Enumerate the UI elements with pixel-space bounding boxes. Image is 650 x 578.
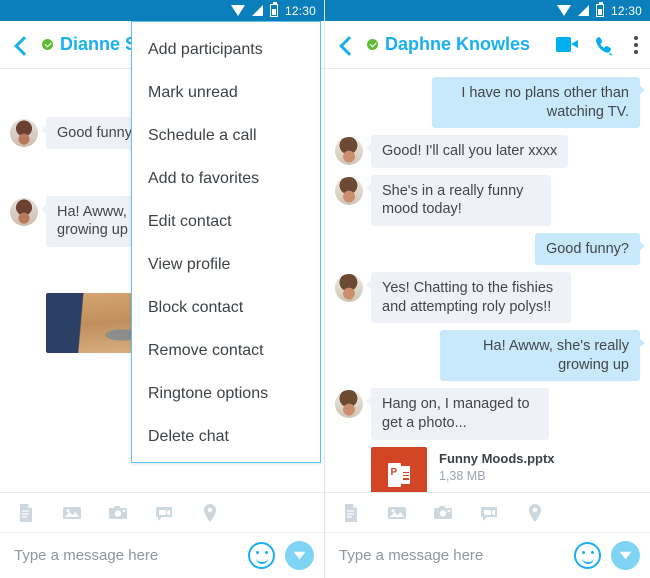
message-bubble-incoming[interactable]: Yes! Chatting to the fishies and attempt… bbox=[366, 272, 571, 324]
left-composer bbox=[0, 492, 324, 578]
right-input-row bbox=[325, 533, 650, 578]
menu-item-ringtone-options[interactable]: Ringtone options bbox=[132, 372, 320, 415]
file-attachment-meta: Funny Moods.pptx 1,38 MB bbox=[439, 447, 555, 483]
battery-icon bbox=[269, 2, 278, 17]
avatar bbox=[335, 390, 363, 419]
file-size: 1,38 MB bbox=[439, 468, 486, 483]
status-bar-time: 12:30 bbox=[284, 3, 316, 18]
avatar bbox=[10, 118, 38, 147]
right-composer bbox=[325, 492, 650, 578]
message-bubble-outgoing[interactable]: I have no plans other than watching TV. bbox=[432, 77, 645, 129]
emoji-icon[interactable] bbox=[248, 542, 275, 569]
right-message-list[interactable]: Today I have no plans other than watchin… bbox=[325, 69, 650, 492]
signal-icon bbox=[577, 5, 589, 16]
context-menu[interactable]: Add participants Mark unread Schedule a … bbox=[131, 21, 321, 463]
menu-item-mark-unread[interactable]: Mark unread bbox=[132, 71, 320, 114]
status-bar: 12:30 bbox=[325, 0, 650, 21]
avatar bbox=[335, 274, 363, 303]
menu-item-delete-chat[interactable]: Delete chat bbox=[132, 415, 320, 458]
menu-item-remove-contact[interactable]: Remove contact bbox=[132, 329, 320, 372]
powerpoint-file-icon: P bbox=[371, 446, 427, 492]
signal-icon bbox=[251, 5, 263, 16]
send-icon[interactable] bbox=[611, 541, 640, 570]
message-input[interactable] bbox=[14, 547, 238, 564]
menu-item-block-contact[interactable]: Block contact bbox=[132, 286, 320, 329]
avatar bbox=[10, 197, 38, 226]
back-chevron-icon[interactable] bbox=[12, 36, 30, 54]
video-message-icon[interactable] bbox=[479, 503, 499, 523]
message-row: Hang on, I managed to get a photo... bbox=[335, 388, 640, 440]
video-message-icon[interactable] bbox=[154, 503, 174, 523]
phone-call-icon[interactable] bbox=[592, 35, 614, 55]
gallery-icon[interactable] bbox=[62, 503, 82, 523]
emoji-icon[interactable] bbox=[574, 542, 601, 569]
avatar bbox=[335, 176, 363, 205]
camera-icon[interactable] bbox=[108, 503, 128, 523]
menu-item-view-profile[interactable]: View profile bbox=[132, 243, 320, 286]
right-attachment-bar bbox=[325, 493, 650, 533]
status-bar: 12:30 bbox=[0, 0, 324, 21]
location-icon[interactable] bbox=[525, 503, 545, 523]
message-bubble-incoming[interactable]: Good! I'll call you later xxxx bbox=[365, 135, 569, 168]
overflow-menu-icon[interactable] bbox=[628, 34, 640, 56]
message-bubble-outgoing[interactable]: Good funny? bbox=[534, 232, 646, 266]
document-icon[interactable] bbox=[341, 503, 361, 523]
menu-item-schedule-a-call[interactable]: Schedule a call bbox=[132, 114, 320, 157]
gallery-icon[interactable] bbox=[387, 503, 407, 523]
left-input-row bbox=[0, 533, 324, 578]
online-status-icon bbox=[42, 39, 53, 50]
back-chevron-icon[interactable] bbox=[337, 36, 355, 54]
message-row: Yes! Chatting to the fishies and attempt… bbox=[335, 272, 640, 324]
message-row: I have no plans other than watching TV. bbox=[335, 77, 645, 129]
message-row: She's in a really funny mood today! bbox=[335, 174, 640, 226]
message-row: Good funny? bbox=[335, 232, 646, 266]
app-screen: 12:30 Dianne S She's ... today! Good fun… bbox=[0, 0, 650, 578]
avatar bbox=[335, 137, 363, 166]
left-chat-panel: 12:30 Dianne S She's ... today! Good fun… bbox=[0, 0, 325, 578]
wifi-icon bbox=[556, 5, 571, 16]
message-row: Good! I'll call you later xxxx bbox=[335, 135, 640, 168]
online-status-icon bbox=[367, 39, 378, 50]
status-bar-time: 12:30 bbox=[610, 3, 642, 18]
menu-item-add-participants[interactable]: Add participants bbox=[132, 28, 320, 71]
message-row: Ha! Awww, she's really growing up bbox=[335, 330, 645, 382]
menu-item-edit-contact[interactable]: Edit contact bbox=[132, 200, 320, 243]
send-icon[interactable] bbox=[285, 541, 314, 570]
file-name: Funny Moods.pptx bbox=[439, 450, 555, 466]
menu-item-add-to-favorites[interactable]: Add to favorites bbox=[132, 157, 320, 200]
message-bubble-outgoing[interactable]: Ha! Awww, she's really growing up bbox=[440, 330, 645, 382]
message-bubble-incoming[interactable]: She's in a really funny mood today! bbox=[366, 174, 551, 226]
right-chat-header: Daphne Knowles bbox=[325, 21, 650, 69]
message-bubble-incoming[interactable]: Hang on, I managed to get a photo... bbox=[366, 388, 549, 440]
message-input[interactable] bbox=[339, 547, 564, 564]
location-icon[interactable] bbox=[200, 503, 220, 523]
camera-icon[interactable] bbox=[433, 503, 453, 523]
file-attachment[interactable]: P Funny Moods.pptx 1,38 MB bbox=[371, 446, 640, 492]
right-chat-panel: 12:30 Daphne Knowles Today bbox=[325, 0, 650, 578]
document-icon[interactable] bbox=[16, 503, 36, 523]
wifi-icon bbox=[230, 5, 245, 16]
battery-icon bbox=[595, 2, 604, 17]
header-actions bbox=[556, 34, 640, 56]
left-attachment-bar bbox=[0, 493, 324, 533]
right-contact-name[interactable]: Daphne Knowles bbox=[385, 34, 556, 55]
video-call-icon[interactable] bbox=[556, 37, 578, 52]
